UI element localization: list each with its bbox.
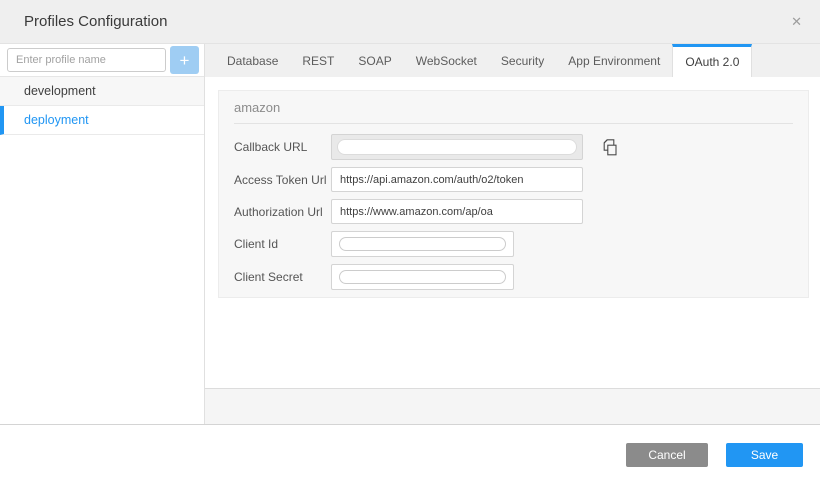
field-label: Client Id (234, 237, 331, 251)
profile-name-input[interactable] (7, 48, 166, 72)
profiles-configuration-dialog: Profiles Configuration ✕ + development d… (0, 0, 820, 484)
tab-database[interactable]: Database (215, 44, 290, 77)
tab-security[interactable]: Security (489, 44, 556, 77)
dialog-body: + development deployment Database REST S… (0, 44, 820, 425)
field-label: Access Token Url (234, 173, 331, 187)
field-row-access-token-url: Access Token Url (234, 167, 793, 192)
section-title: amazon (234, 91, 793, 124)
plus-icon: + (180, 52, 190, 69)
tab-rest[interactable]: REST (290, 44, 346, 77)
tab-oauth-2-0[interactable]: OAuth 2.0 (672, 44, 752, 77)
field-row-callback-url: Callback URL (234, 134, 793, 160)
profile-input-row: + (0, 44, 204, 77)
sidebar-item-deployment[interactable]: deployment (0, 106, 204, 135)
profile-item-label: deployment (24, 113, 89, 127)
tab-content: amazon Callback URL (205, 77, 820, 388)
client-secret-input[interactable] (331, 264, 514, 290)
amazon-oauth-panel: amazon Callback URL (218, 90, 809, 298)
profiles-sidebar: + development deployment (0, 44, 205, 424)
save-button[interactable]: Save (726, 443, 803, 467)
tab-soap[interactable]: SOAP (346, 44, 403, 77)
field-row-authorization-url: Authorization Url (234, 199, 793, 224)
profile-item-label: development (24, 84, 96, 98)
copy-icon[interactable] (601, 138, 619, 157)
dialog-footer: Cancel Save (0, 425, 820, 483)
redacted-value (339, 237, 506, 251)
panel-footer-strip (205, 388, 820, 424)
sidebar-item-development[interactable]: development (0, 77, 204, 106)
authorization-url-input[interactable] (331, 199, 583, 224)
field-label: Authorization Url (234, 205, 331, 219)
field-label: Client Secret (234, 270, 331, 284)
close-icon[interactable]: ✕ (791, 15, 802, 28)
dialog-title: Profiles Configuration (24, 13, 167, 30)
field-row-client-id: Client Id (234, 231, 793, 257)
main-panel: Database REST SOAP WebSocket Security Ap… (205, 44, 820, 424)
field-label: Callback URL (234, 140, 331, 154)
redacted-value (337, 139, 577, 155)
callback-url-input[interactable] (331, 134, 583, 160)
add-profile-button[interactable]: + (170, 46, 199, 74)
tab-bar: Database REST SOAP WebSocket Security Ap… (205, 44, 820, 77)
field-row-client-secret: Client Secret (234, 264, 793, 290)
redacted-value (339, 270, 506, 284)
tab-websocket[interactable]: WebSocket (404, 44, 489, 77)
access-token-url-input[interactable] (331, 167, 583, 192)
dialog-header: Profiles Configuration ✕ (0, 0, 820, 44)
tab-app-environment[interactable]: App Environment (556, 44, 672, 77)
client-id-input[interactable] (331, 231, 514, 257)
cancel-button[interactable]: Cancel (626, 443, 708, 467)
